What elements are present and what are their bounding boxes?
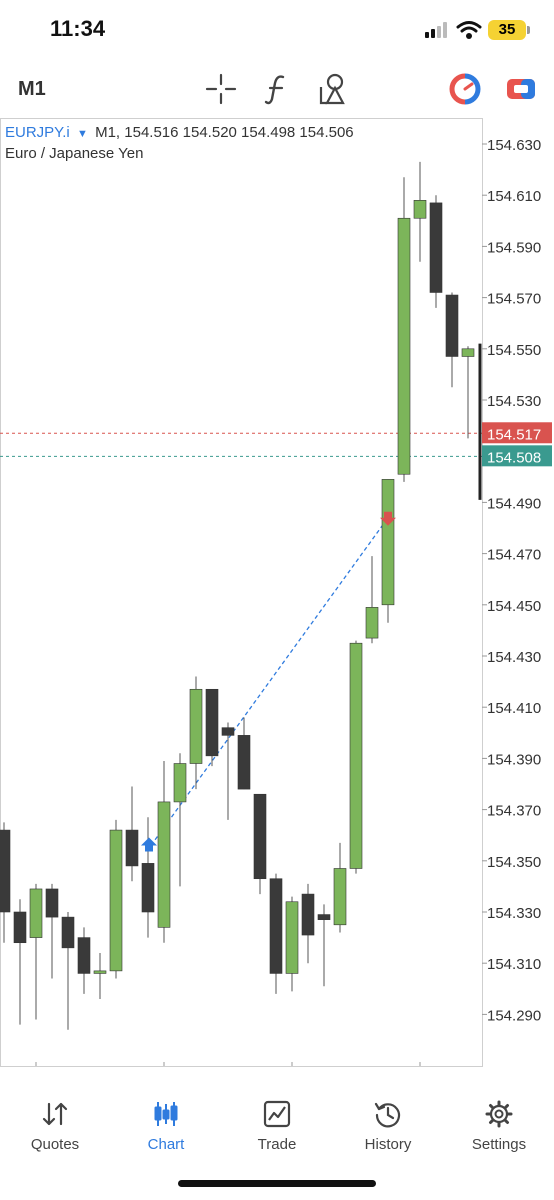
battery-level: 35 — [488, 20, 526, 40]
candle[interactable] — [157, 801, 171, 928]
candle[interactable] — [445, 294, 459, 357]
timeframe-button[interactable]: M1 — [18, 78, 46, 101]
candle[interactable] — [461, 348, 475, 357]
candle[interactable] — [61, 916, 75, 949]
price-chart[interactable]: 154.630 154.610 154.590 154.570 154.550 154.5… — [0, 118, 554, 1068]
y-tick-label: 154.310 — [487, 956, 541, 973]
y-tick-label: 154.630 — [487, 137, 541, 154]
y-tick-label: 154.530 — [487, 393, 541, 410]
status-bar: 11:34 35 — [0, 0, 554, 60]
y-tick-label: 154.430 — [487, 649, 541, 666]
y-tick-label: 154.390 — [487, 751, 541, 768]
candle[interactable] — [253, 793, 267, 880]
tab-label: History — [364, 1136, 412, 1153]
symbol-name[interactable]: EURJPY.i — [5, 124, 70, 141]
tab-settings[interactable]: Settings — [444, 1090, 554, 1160]
y-tick-label: 154.450 — [487, 598, 541, 615]
candle[interactable] — [349, 642, 363, 869]
tab-label: Trade — [257, 1136, 297, 1153]
quotes-icon — [42, 1102, 68, 1126]
function-icon[interactable] — [257, 69, 297, 109]
tab-trade[interactable]: Trade — [222, 1090, 332, 1160]
y-tick-label: 154.350 — [487, 854, 541, 871]
crosshair-icon[interactable] — [201, 69, 241, 109]
y-tick-label: 154.590 — [487, 239, 541, 256]
candle[interactable] — [141, 863, 155, 913]
candle[interactable] — [125, 829, 139, 867]
candle[interactable] — [29, 888, 43, 938]
candle[interactable] — [285, 901, 299, 974]
symbol-description: Euro / Japanese Yen — [5, 145, 144, 162]
candle[interactable] — [317, 914, 331, 920]
tab-history[interactable]: History — [333, 1090, 443, 1160]
y-tick-label: 154.470 — [487, 547, 541, 564]
candle[interactable] — [93, 970, 107, 974]
y-tick-label: 154.550 — [487, 342, 541, 359]
candle[interactable] — [237, 735, 251, 790]
y-tick-label: 154.570 — [487, 291, 541, 308]
candle[interactable] — [397, 217, 411, 475]
tab-label: Settings — [471, 1136, 527, 1153]
chart-icon — [154, 1102, 178, 1126]
candle[interactable] — [13, 911, 27, 944]
candle[interactable] — [45, 888, 59, 918]
candle[interactable] — [429, 202, 443, 293]
wifi-icon — [456, 21, 482, 39]
y-tick-label: 154.370 — [487, 803, 541, 820]
candle[interactable] — [77, 937, 91, 974]
objects-icon[interactable] — [313, 69, 353, 109]
home-indicator — [178, 1180, 376, 1187]
candle[interactable] — [189, 688, 203, 764]
tab-chart[interactable]: Chart — [111, 1090, 221, 1160]
candle[interactable] — [333, 868, 347, 926]
candle[interactable] — [365, 607, 379, 639]
y-tick-label: 154.490 — [487, 495, 541, 512]
history-icon — [374, 1102, 401, 1128]
y-tick-label: 154.610 — [487, 188, 541, 205]
candle[interactable] — [205, 688, 219, 757]
battery-tip — [527, 26, 530, 34]
settings-icon — [485, 1100, 513, 1128]
ask-price-label: 154.517 — [487, 426, 541, 443]
candle[interactable] — [109, 829, 123, 972]
bid-price-label: 154.508 — [487, 449, 541, 466]
candle[interactable] — [413, 200, 427, 219]
y-tick-label: 154.330 — [487, 905, 541, 922]
candle[interactable] — [301, 893, 315, 936]
candle[interactable] — [173, 763, 187, 803]
y-tick-label: 154.410 — [487, 700, 541, 717]
cellular-signal-icon — [425, 22, 447, 38]
chart-area[interactable]: 154.630 154.610 154.590 154.570 154.550 154.5… — [0, 118, 554, 1068]
candle[interactable] — [221, 727, 235, 736]
trade-icon[interactable] — [501, 69, 541, 109]
buy-arrow-icon — [141, 837, 157, 852]
trade-tab-icon — [263, 1100, 291, 1128]
symbol-dropdown-icon[interactable]: ▼ — [74, 128, 91, 140]
tab-label: Quotes — [30, 1136, 80, 1153]
tab-label: Chart — [147, 1136, 185, 1153]
status-time: 11:34 — [50, 16, 106, 41]
candle[interactable] — [269, 878, 283, 974]
candle[interactable] — [381, 479, 395, 606]
y-tick-label: 154.290 — [487, 1007, 541, 1024]
tab-quotes[interactable]: Quotes — [0, 1090, 110, 1160]
candle[interactable] — [0, 829, 11, 913]
ohlc-values: M1, 154.516 154.520 154.498 154.506 — [95, 124, 354, 141]
chart-header: EURJPY.i ▼ M1, 154.516 154.520 154.498 1… — [5, 124, 354, 141]
one-click-trading-icon[interactable] — [445, 69, 485, 109]
